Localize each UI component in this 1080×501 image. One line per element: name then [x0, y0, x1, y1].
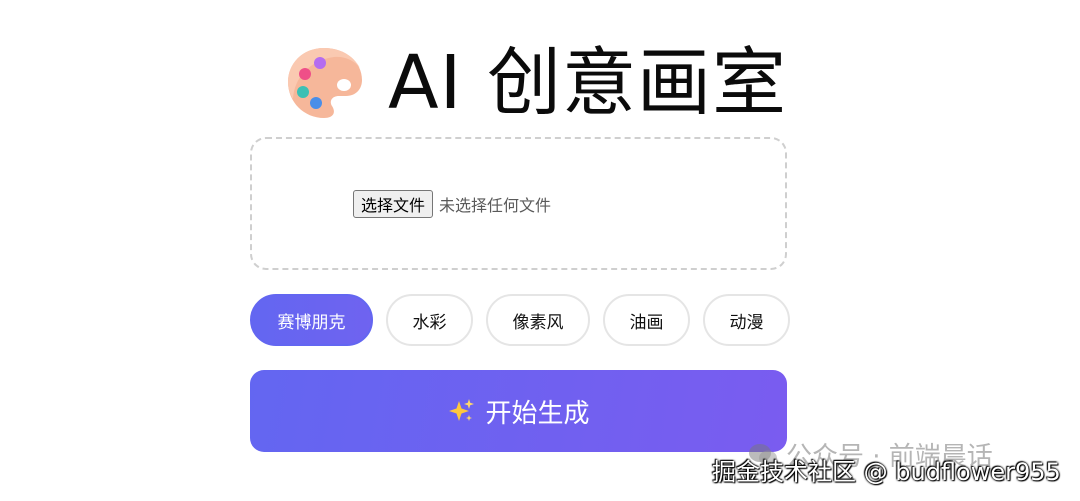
- page: AI 创意画室 选择文件 未选择任何文件 赛博朋克 水彩 像素风 油画 动漫 开…: [0, 0, 1080, 501]
- style-chip-anime[interactable]: 动漫: [703, 294, 790, 346]
- palette-icon: [288, 48, 362, 118]
- file-input[interactable]: 选择文件 未选择任何文件: [353, 190, 551, 218]
- generate-button-label: 开始生成: [485, 398, 590, 429]
- style-chip-cyberpunk[interactable]: 赛博朋克: [250, 294, 373, 346]
- sparkles-icon: [449, 399, 475, 421]
- upload-dropzone[interactable]: 选择文件 未选择任何文件: [250, 137, 787, 270]
- style-chip-oil-painting[interactable]: 油画: [603, 294, 690, 346]
- header: AI 创意画室: [284, 38, 787, 128]
- generate-button[interactable]: 开始生成: [250, 370, 787, 452]
- juejin-watermark: 掘金技术社区 @ budflower955: [712, 458, 1061, 486]
- page-title: AI 创意画室: [388, 40, 787, 126]
- choose-file-button[interactable]: 选择文件: [353, 190, 434, 218]
- style-chip-watercolor[interactable]: 水彩: [386, 294, 473, 346]
- file-status-text: 未选择任何文件: [439, 196, 552, 215]
- style-options: 赛博朋克 水彩 像素风 油画 动漫: [250, 294, 790, 346]
- style-chip-pixel[interactable]: 像素风: [486, 294, 590, 346]
